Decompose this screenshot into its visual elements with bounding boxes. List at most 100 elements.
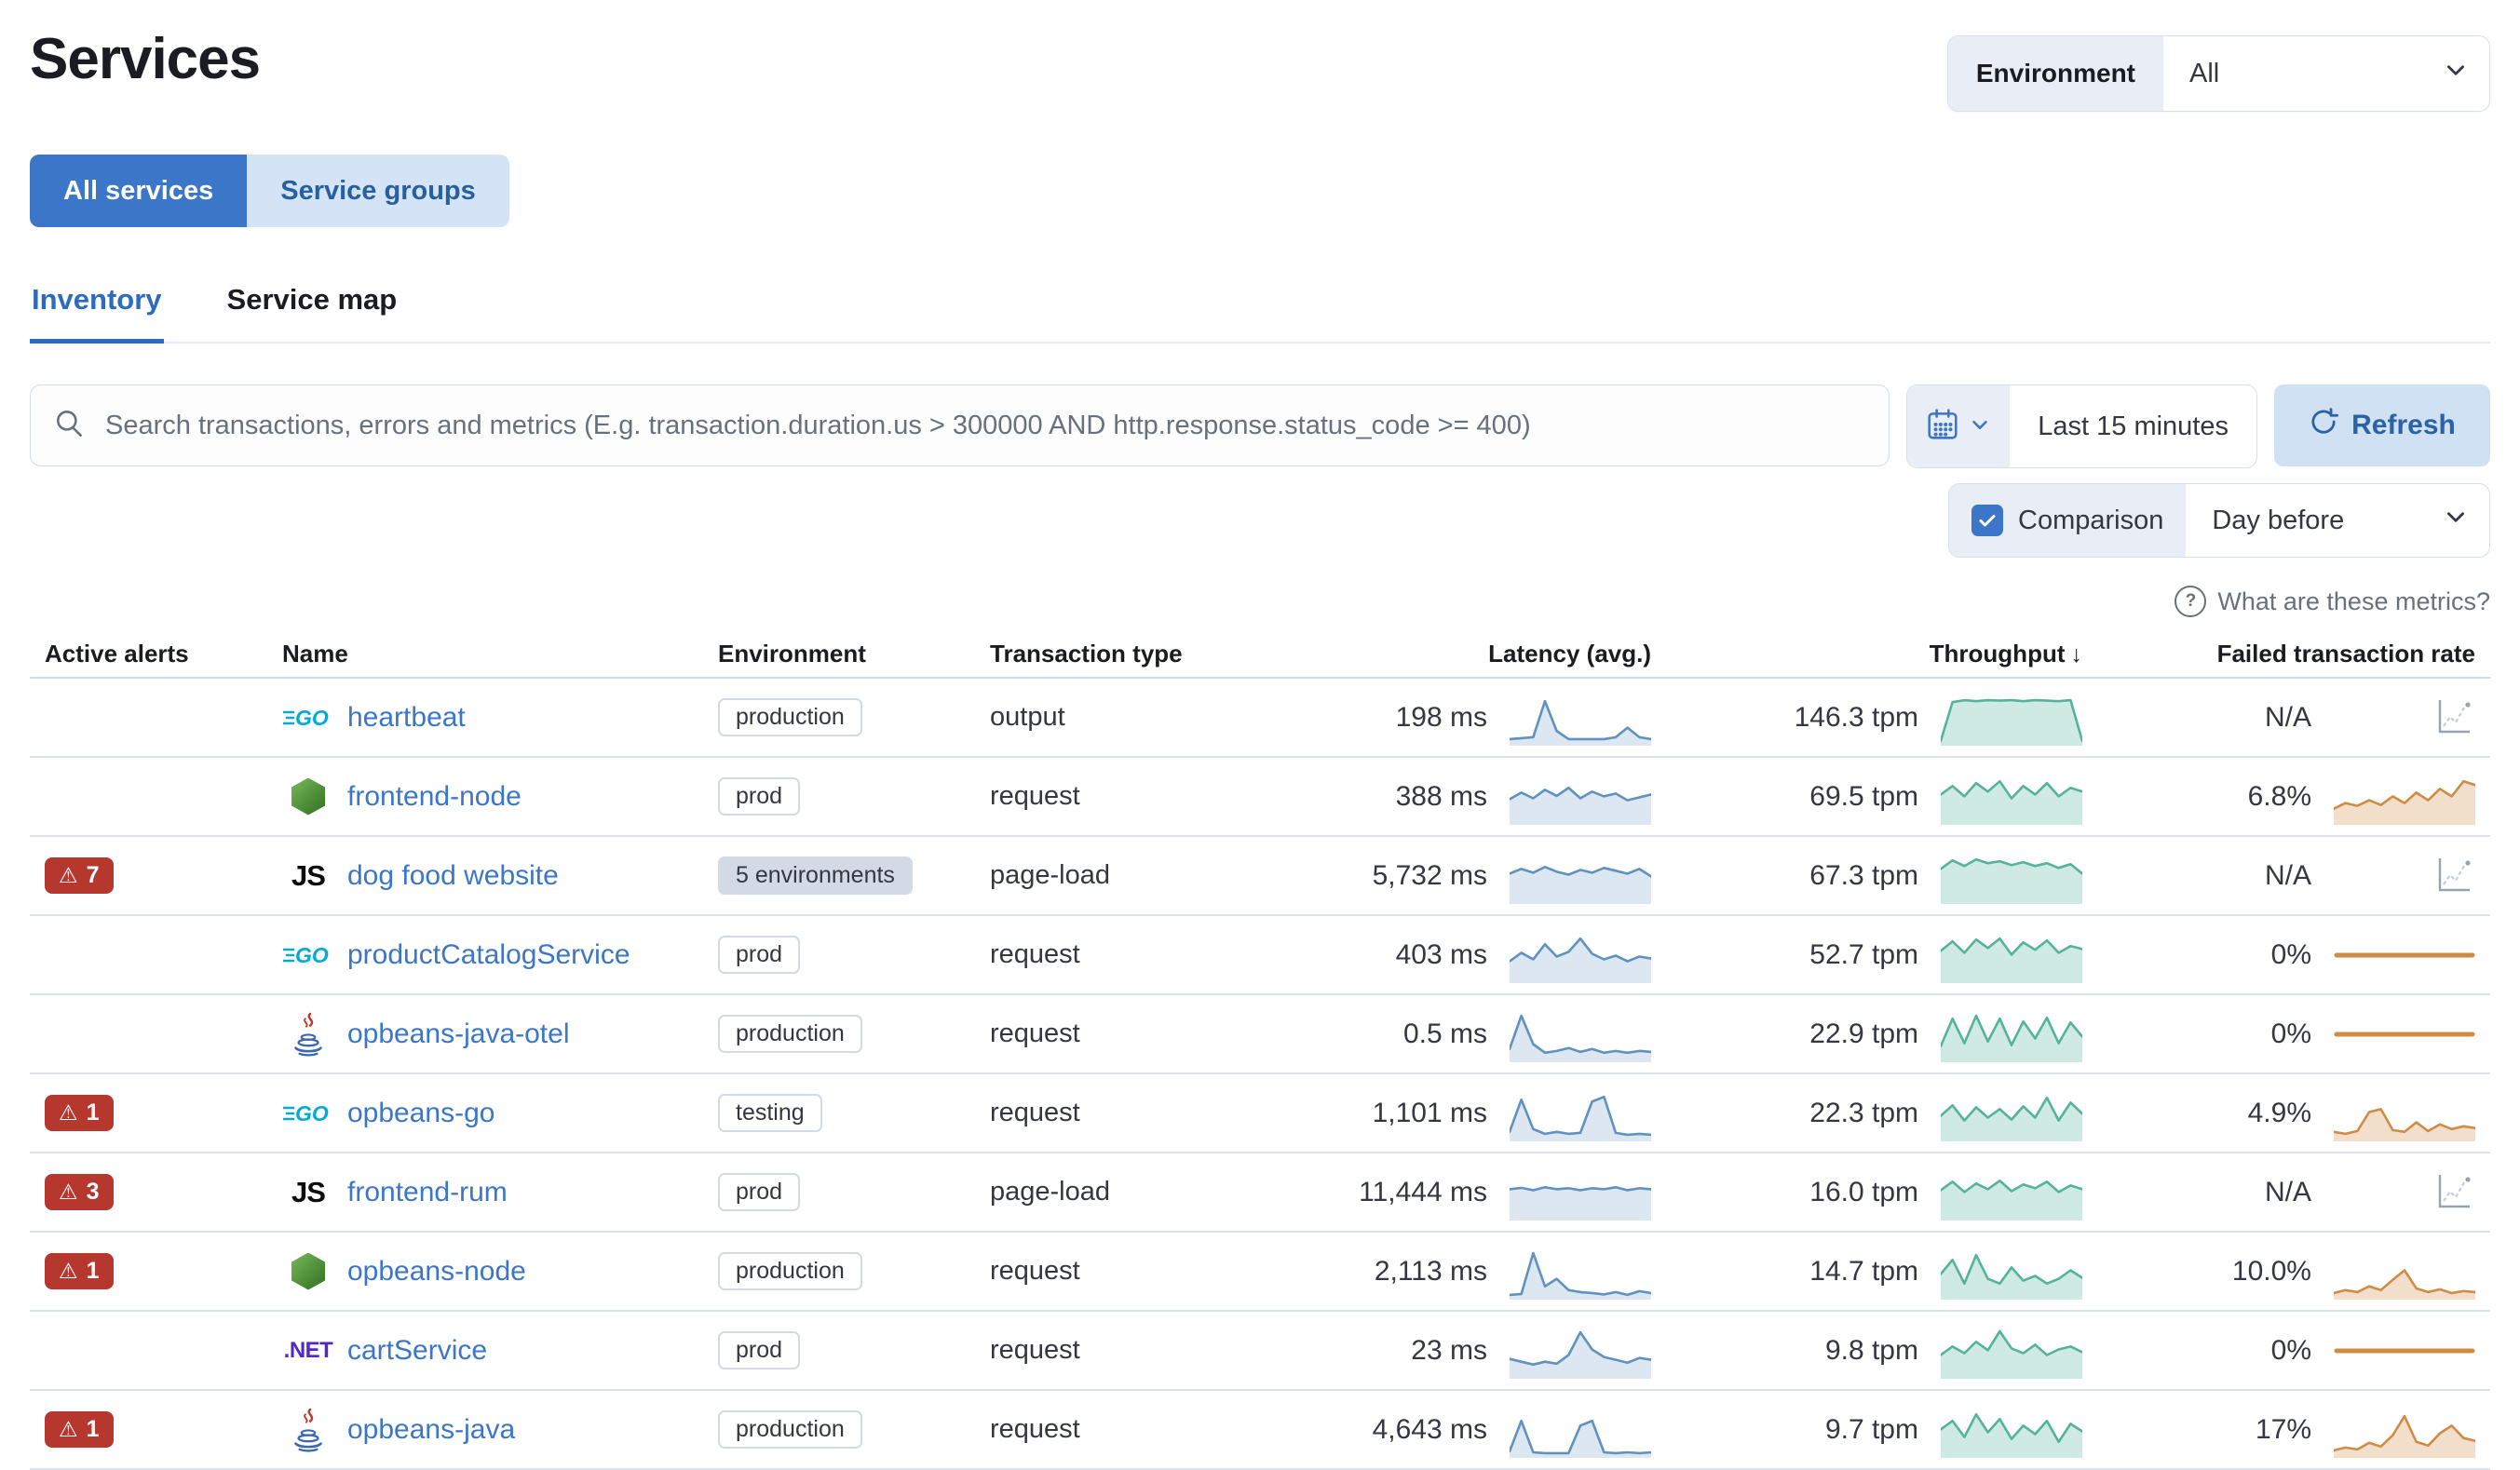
failed-rate-sparkline bbox=[2334, 1323, 2475, 1379]
time-range-value[interactable]: Last 15 minutes bbox=[2010, 385, 2256, 467]
failed-rate-value: N/A bbox=[2264, 1176, 2311, 1207]
go-agent-icon: GO bbox=[283, 706, 329, 730]
no-data-chart-icon bbox=[2334, 1165, 2475, 1221]
table-header-row: Active alerts Name Environment Transacti… bbox=[30, 630, 2490, 679]
throughput-sparkline bbox=[1941, 1402, 2082, 1458]
refresh-button[interactable]: Refresh bbox=[2274, 384, 2490, 466]
comparison-checkbox[interactable] bbox=[1971, 505, 2003, 536]
throughput-value: 67.3 tpm bbox=[1809, 859, 1918, 891]
column-header-environment[interactable]: Environment bbox=[703, 640, 975, 668]
throughput-value: 69.5 tpm bbox=[1809, 780, 1918, 812]
alert-count: 3 bbox=[86, 1179, 100, 1205]
throughput-sparkline bbox=[1941, 1086, 2082, 1141]
search-box bbox=[30, 384, 1890, 466]
time-range-picker: Last 15 minutes bbox=[1906, 384, 2257, 468]
service-name-link[interactable]: opbeans-node bbox=[347, 1256, 526, 1288]
failed-rate-value: 17% bbox=[2255, 1413, 2311, 1445]
active-alerts-badge[interactable]: ⚠ 7 bbox=[45, 857, 114, 894]
comparison-select[interactable]: Day before bbox=[2186, 484, 2489, 557]
throughput-value: 146.3 tpm bbox=[1794, 701, 1918, 733]
service-name-link[interactable]: dog food website bbox=[347, 860, 559, 892]
active-alerts-badge[interactable]: ⚠ 3 bbox=[45, 1174, 114, 1210]
metrics-help-link[interactable]: ? What are these metrics? bbox=[30, 586, 2490, 617]
transaction-type: request bbox=[990, 939, 1080, 969]
throughput-value: 22.9 tpm bbox=[1809, 1018, 1918, 1049]
throughput-value: 9.8 tpm bbox=[1824, 1334, 1918, 1366]
nodejs-agent-icon bbox=[291, 1252, 325, 1290]
active-alerts-badge[interactable]: ⚠ 1 bbox=[45, 1095, 114, 1131]
tab-inventory[interactable]: Inventory bbox=[30, 274, 164, 344]
environment-filter-value: All bbox=[2189, 58, 2220, 88]
service-name-link[interactable]: opbeans-java-otel bbox=[347, 1018, 570, 1050]
active-alerts-badge[interactable]: ⚠ 1 bbox=[45, 1253, 114, 1289]
alert-warning-icon: ⚠ bbox=[59, 863, 78, 887]
throughput-sparkline bbox=[1941, 690, 2082, 746]
environment-filter-select[interactable]: All bbox=[2163, 36, 2489, 111]
service-name-link[interactable]: heartbeat bbox=[347, 702, 466, 734]
service-name-link[interactable]: cartService bbox=[347, 1335, 487, 1367]
no-data-chart-icon bbox=[2334, 690, 2475, 746]
service-name-link[interactable]: frontend-rum bbox=[347, 1177, 508, 1208]
service-name-link[interactable]: opbeans-go bbox=[347, 1098, 495, 1129]
active-alerts-badge[interactable]: ⚠ 1 bbox=[45, 1411, 114, 1448]
column-header-latency[interactable]: Latency (avg.) bbox=[1282, 640, 1666, 668]
chevron-down-icon bbox=[2443, 57, 2469, 90]
chevron-down-icon bbox=[1969, 413, 1991, 440]
latency-sparkline bbox=[1510, 927, 1651, 983]
service-groups-button[interactable]: Service groups bbox=[247, 155, 509, 227]
transaction-type: request bbox=[990, 1256, 1080, 1286]
alert-warning-icon: ⚠ bbox=[59, 1417, 78, 1441]
column-header-transaction-type[interactable]: Transaction type bbox=[975, 640, 1282, 668]
latency-value: 403 ms bbox=[1395, 938, 1487, 970]
comparison-value: Day before bbox=[2212, 505, 2345, 535]
service-name-link[interactable]: opbeans-java bbox=[347, 1414, 515, 1446]
alert-warning-icon: ⚠ bbox=[59, 1180, 78, 1204]
service-name-link[interactable]: frontend-node bbox=[347, 781, 522, 813]
go-agent-icon: GO bbox=[283, 1101, 329, 1126]
quick-select-menu[interactable] bbox=[1907, 385, 2011, 467]
failed-rate-sparkline bbox=[2334, 1244, 2475, 1300]
svg-text:GO: GO bbox=[295, 706, 329, 730]
search-input[interactable] bbox=[103, 409, 1867, 442]
metrics-help-label: What are these metrics? bbox=[2217, 587, 2490, 615]
throughput-sparkline bbox=[1941, 927, 2082, 983]
environment-filter: Environment All bbox=[1946, 35, 2490, 112]
environment-badge: production bbox=[718, 1410, 862, 1449]
throughput-sparkline bbox=[1941, 1323, 2082, 1379]
transaction-type: page-load bbox=[990, 1177, 1110, 1207]
column-header-failed-transaction-rate[interactable]: Failed transaction rate bbox=[2097, 640, 2490, 668]
node-agent-icon bbox=[282, 1252, 334, 1290]
environment-badge: prod bbox=[718, 1331, 801, 1369]
column-header-active-alerts[interactable]: Active alerts bbox=[30, 640, 267, 668]
javascript-agent-icon: JS bbox=[291, 858, 326, 892]
throughput-sparkline bbox=[1941, 769, 2082, 825]
throughput-sparkline bbox=[1941, 1006, 2082, 1062]
svg-text:GO: GO bbox=[295, 943, 329, 967]
environment-badge: prod bbox=[718, 777, 801, 816]
throughput-sparkline bbox=[1941, 1244, 2082, 1300]
alert-count: 1 bbox=[86, 1258, 100, 1284]
java-agent-icon bbox=[294, 1408, 322, 1452]
alert-warning-icon: ⚠ bbox=[59, 1100, 78, 1125]
latency-value: 11,444 ms bbox=[1359, 1176, 1487, 1207]
latency-value: 23 ms bbox=[1411, 1334, 1487, 1366]
throughput-value: 22.3 tpm bbox=[1809, 1097, 1918, 1128]
page-title: Services bbox=[30, 27, 261, 91]
latency-value: 198 ms bbox=[1395, 701, 1487, 733]
refresh-label: Refresh bbox=[2351, 410, 2456, 440]
transaction-type: request bbox=[990, 781, 1080, 811]
services-page: Services Environment All All services Se… bbox=[0, 0, 2520, 1470]
column-header-throughput[interactable]: Throughput ↓ bbox=[1666, 640, 2097, 668]
tab-service-map[interactable]: Service map bbox=[225, 274, 400, 342]
transaction-type: page-load bbox=[990, 860, 1110, 890]
latency-sparkline bbox=[1510, 1165, 1651, 1221]
column-header-name[interactable]: Name bbox=[267, 640, 703, 668]
comparison-label: Comparison bbox=[2018, 505, 2164, 535]
service-name-link[interactable]: productCatalogService bbox=[347, 939, 630, 971]
node-agent-icon bbox=[282, 777, 334, 816]
all-services-button[interactable]: All services bbox=[30, 155, 248, 227]
dotnet-agent-icon: .NET bbox=[283, 1337, 333, 1363]
nodejs-agent-icon bbox=[291, 777, 325, 816]
throughput-value: 9.7 tpm bbox=[1824, 1413, 1918, 1445]
comparison-control: Comparison Day before bbox=[1948, 483, 2490, 558]
